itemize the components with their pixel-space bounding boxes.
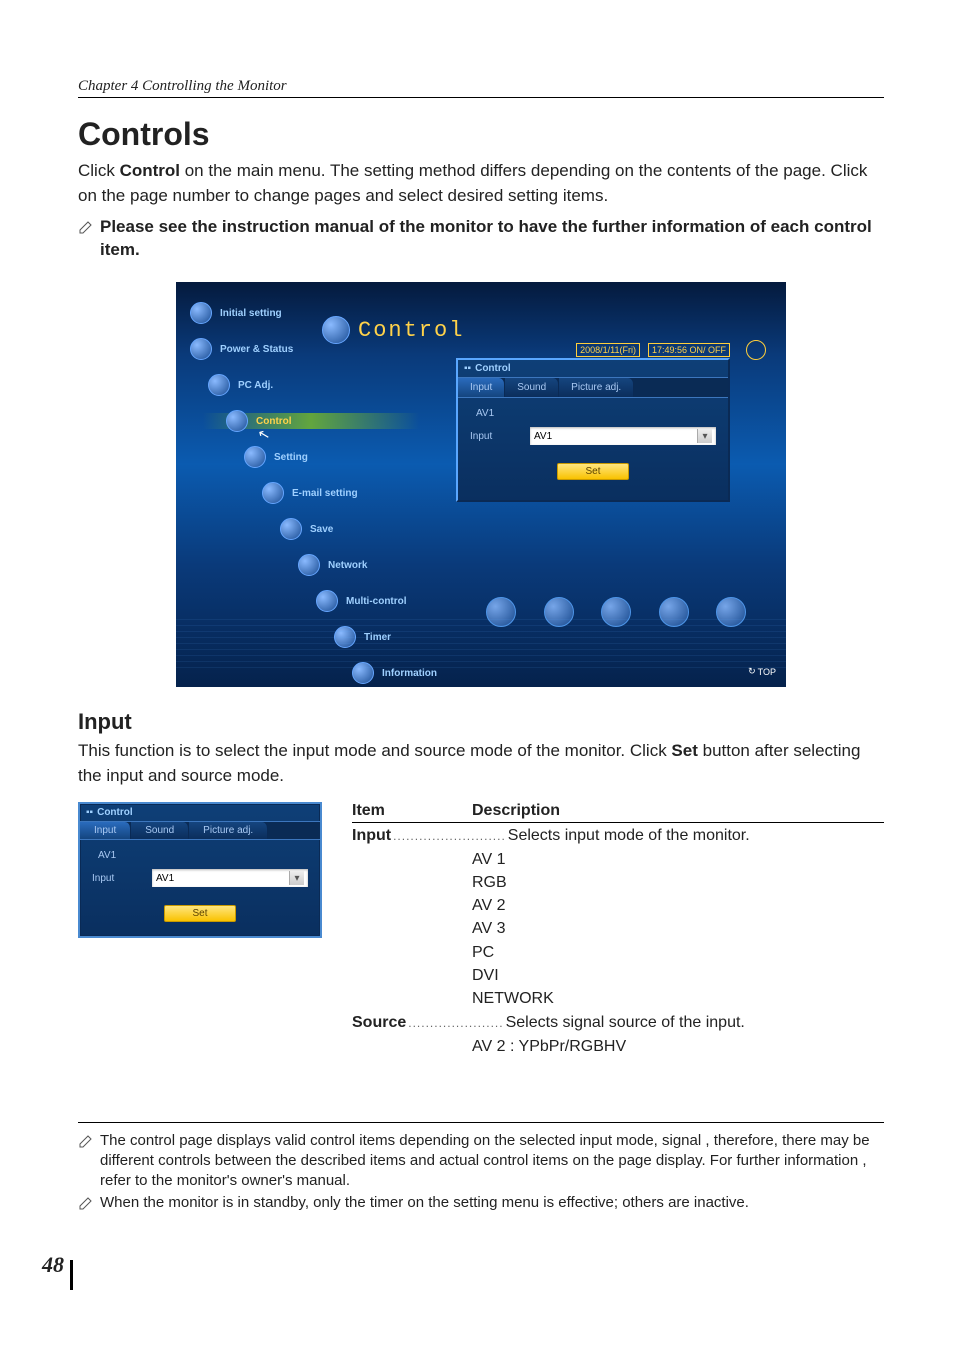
chevron-down-icon: ▾ [697, 429, 712, 443]
tab-sound[interactable]: Sound [131, 822, 189, 839]
option-av3: AV 3 [472, 917, 884, 940]
input-dropdown-value: AV1 [534, 431, 552, 442]
menu-label: Network [328, 560, 367, 571]
footnote-1: The control page displays valid control … [100, 1131, 884, 1192]
page-number: 48 [42, 1252, 64, 1278]
page-number-rule [70, 1260, 73, 1290]
control-icon [226, 410, 248, 432]
intro-after: on the main menu. The setting method dif… [78, 161, 867, 205]
footnote-2: When the monitor is in standby, only the… [100, 1193, 884, 1213]
input-paragraph: This function is to select the input mod… [78, 739, 884, 788]
power-icon [190, 338, 212, 360]
input-dropdown[interactable]: AV1 ▾ [530, 427, 716, 445]
control-screenshot-large: Initial setting Power & Status PC Adj. C… [176, 282, 786, 687]
menu-label: Power & Status [220, 344, 293, 355]
wrench-icon [244, 446, 266, 468]
page-title: Controls [78, 116, 884, 153]
menu-label: PC Adj. [238, 380, 273, 391]
intro-bold: Control [120, 161, 180, 180]
set-button[interactable]: Set [164, 905, 236, 922]
set-button[interactable]: Set [557, 463, 629, 480]
th-item: Item [352, 802, 472, 820]
subtab-av1[interactable]: AV1 [476, 408, 728, 419]
menu-label: Setting [274, 452, 308, 463]
option-av1: AV 1 [472, 848, 884, 871]
control-panel: ▪▪ Control Input Sound Picture adj. AV1 I… [456, 358, 730, 502]
instruction-note: Please see the instruction manual of the… [100, 216, 884, 262]
status-date: 2008/1/11(Fri) [576, 343, 640, 357]
clock-icon [738, 332, 774, 368]
input-label: Input [470, 431, 520, 442]
menu-label: Control [256, 416, 292, 427]
menu-email-setting[interactable]: E-mail setting [262, 478, 436, 508]
menu-network[interactable]: Network [298, 550, 436, 580]
save-icon [280, 518, 302, 540]
settings-icon [190, 302, 212, 324]
option-network: NETWORK [472, 987, 884, 1010]
leader-dots: ...................... [406, 1015, 505, 1032]
td-desc-source: Selects signal source of the input. [506, 1012, 745, 1034]
control-icon [322, 316, 350, 344]
menu-label: Initial setting [220, 308, 282, 319]
menu-pc-adj[interactable]: PC Adj. [208, 370, 436, 400]
dots-icon: ▪▪ [464, 363, 471, 374]
td-item-input: Input [352, 825, 391, 847]
control-title-banner: Control [322, 316, 464, 344]
th-description: Description [472, 802, 884, 820]
status-time: 17:49:56 ON/ OFF [648, 343, 730, 357]
control-screenshot-small: ▪▪ Control Input Sound Picture adj. AV1 I… [78, 802, 322, 938]
menu-setting[interactable]: Setting [244, 442, 436, 472]
option-rgb: RGB [472, 871, 884, 894]
panel-title-text: Control [97, 807, 133, 818]
td-item-source: Source [352, 1012, 406, 1034]
reload-icon: ↻ [748, 666, 756, 677]
menu-label: Information [382, 668, 437, 679]
menu-label: Save [310, 524, 333, 535]
tab-picture-adj[interactable]: Picture adj. [559, 378, 634, 397]
input-label: Input [92, 873, 142, 884]
pencil-note-icon [78, 1195, 94, 1211]
option-av2: AV 2 [472, 894, 884, 917]
menu-save[interactable]: Save [280, 514, 436, 544]
multi-icon [316, 590, 338, 612]
dots-icon: ▪▪ [86, 807, 93, 818]
input-heading: Input [78, 709, 884, 735]
input-dropdown[interactable]: AV1 ▾ [152, 869, 308, 887]
tab-input[interactable]: Input [80, 822, 131, 839]
option-pc: PC [472, 941, 884, 964]
tab-input[interactable]: Input [458, 378, 505, 397]
menu-multi-control[interactable]: Multi-control [316, 586, 436, 616]
intro-paragraph: Click Control on the main menu. The sett… [78, 159, 884, 208]
item-description-table: Item Description Input .................… [352, 802, 884, 1057]
panel-title-text: Control [475, 363, 511, 374]
option-dvi: DVI [472, 964, 884, 987]
mail-icon [262, 482, 284, 504]
input-dropdown-value: AV1 [156, 873, 174, 884]
top-link-text: TOP [758, 667, 776, 677]
menu-label: E-mail setting [292, 488, 358, 499]
pencil-note-icon [78, 219, 94, 235]
decorative-scanlines [176, 619, 786, 669]
control-title-text: Control [358, 318, 464, 343]
intro-before: Click [78, 161, 120, 180]
chevron-down-icon: ▾ [289, 871, 304, 885]
tab-picture-adj[interactable]: Picture adj. [189, 822, 268, 839]
input-p-bold: Set [671, 741, 697, 760]
chapter-header: Chapter 4 Controlling the Monitor [78, 78, 884, 98]
subtab-av1[interactable]: AV1 [98, 850, 320, 861]
tab-sound[interactable]: Sound [505, 378, 559, 397]
td-desc-input: Selects input mode of the monitor. [508, 825, 750, 847]
top-link[interactable]: ↻ TOP [748, 666, 776, 677]
option-av2-ypbpr: AV 2 : YPbPr/RGBHV [472, 1035, 884, 1058]
leader-dots: .......................... [391, 828, 508, 845]
network-icon [298, 554, 320, 576]
monitor-icon [208, 374, 230, 396]
pencil-note-icon [78, 1133, 94, 1149]
menu-label: Multi-control [346, 596, 407, 607]
input-p-before: This function is to select the input mod… [78, 741, 671, 760]
